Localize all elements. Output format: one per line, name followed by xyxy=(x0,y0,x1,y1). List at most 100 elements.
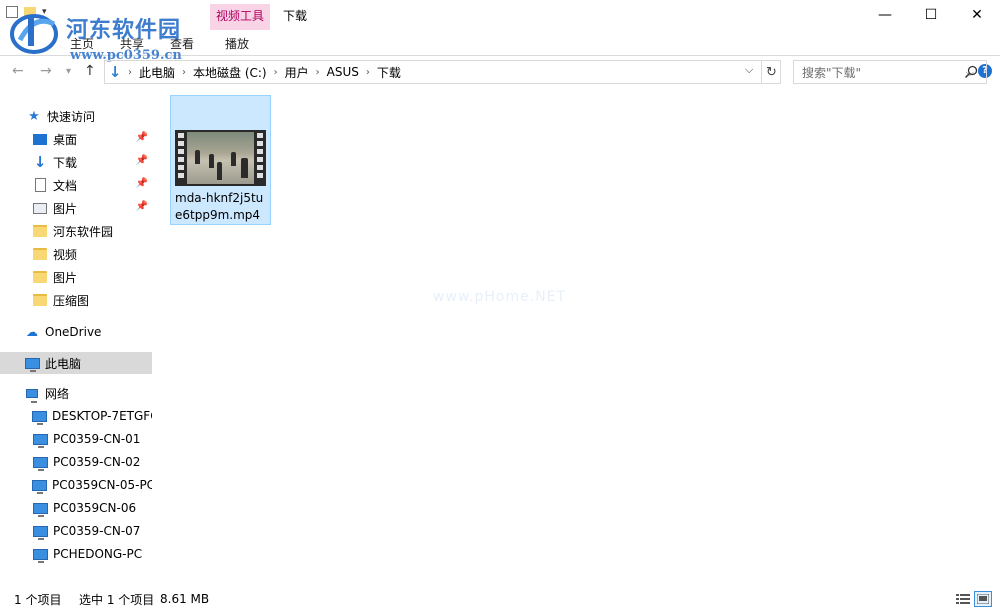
computer-icon xyxy=(32,431,48,448)
selected-count: 选中 1 个项目 xyxy=(79,592,155,607)
back-icon[interactable]: ← xyxy=(12,63,24,79)
file-name[interactable]: mda-hknf2j5tue6tpp9m.mp4 xyxy=(175,190,268,224)
nav-label: PCHEDONG-PC xyxy=(53,547,143,561)
desktop-icon xyxy=(32,131,48,147)
nav-label: PC0359CN-06 xyxy=(53,501,137,515)
chevron-right-icon[interactable]: › xyxy=(363,67,373,78)
chevron-right-icon[interactable]: › xyxy=(179,67,189,78)
thumbnail-figure xyxy=(209,154,214,168)
nav-item-compressed[interactable]: 压缩图 xyxy=(32,289,152,311)
computer-icon xyxy=(32,408,47,425)
nav-label: 下载 xyxy=(53,155,78,170)
chevron-right-icon[interactable]: › xyxy=(271,67,281,78)
thumbnail-figure xyxy=(217,162,222,180)
nav-network[interactable]: 网络 xyxy=(24,382,152,404)
breadcrumb-users[interactable]: 用户 xyxy=(281,64,313,81)
nav-network-pc[interactable]: PC0359-CN-07 xyxy=(32,520,152,542)
pin-icon[interactable]: 📌 xyxy=(136,201,148,212)
nav-label: 文档 xyxy=(53,178,78,193)
nav-item-downloads[interactable]: ↓ 下载 📌 xyxy=(32,151,152,173)
large-icons-view-icon[interactable] xyxy=(974,591,992,607)
forward-icon[interactable]: → xyxy=(40,63,52,79)
search-placeholder[interactable]: 搜索"下载" xyxy=(802,64,861,81)
computer-icon xyxy=(32,477,47,494)
nav-label: PC0359CN-05-PC xyxy=(52,478,152,492)
nav-item-desktop[interactable]: 桌面 📌 xyxy=(32,128,152,150)
nav-label: 此电脑 xyxy=(45,356,82,371)
file-item[interactable]: mda-hknf2j5tue6tpp9m.mp4 xyxy=(170,95,271,225)
close-button[interactable]: ✕ xyxy=(954,0,1000,30)
download-icon: ↓ xyxy=(33,153,47,171)
watermark-brand: 河东软件园 xyxy=(66,17,182,43)
nav-label: 河东软件园 xyxy=(53,224,114,239)
window-title: 下载 xyxy=(283,9,308,23)
minimize-button[interactable]: — xyxy=(862,0,908,30)
selected-size: 8.61 MB xyxy=(160,592,210,606)
download-location-icon: ↓ xyxy=(108,63,122,81)
address-row: ← → ▾ ↑ ↓ › 此电脑 › 本地磁盘 (C:) › 用户 › ASUS … xyxy=(0,57,1000,87)
film-strip-icon xyxy=(177,133,185,183)
pictures-icon xyxy=(32,200,48,216)
nav-label: 桌面 xyxy=(53,132,78,147)
network-icon xyxy=(24,385,40,403)
nav-label: PC0359-CN-07 xyxy=(53,524,141,538)
search-box[interactable]: 搜索"下载" xyxy=(793,60,987,84)
nav-label: 视频 xyxy=(53,247,78,262)
nav-network-pc[interactable]: PC0359-CN-02 xyxy=(32,451,152,473)
pin-icon[interactable]: 📌 xyxy=(136,178,148,189)
item-count: 1 个项目 xyxy=(14,592,62,607)
breadcrumb-asus[interactable]: ASUS xyxy=(323,65,363,79)
nav-network-pc[interactable]: PC0359-CN-01 xyxy=(32,428,152,450)
breadcrumb-downloads[interactable]: 下载 xyxy=(373,64,405,81)
computer-icon xyxy=(24,355,40,372)
view-switcher xyxy=(954,591,992,607)
computer-icon xyxy=(32,500,48,517)
search-icon[interactable] xyxy=(964,65,978,79)
nav-network-pc[interactable]: PC0359CN-05-PC xyxy=(32,474,152,496)
nav-item-pictures[interactable]: 图片 📌 xyxy=(32,197,152,219)
pin-icon[interactable]: 📌 xyxy=(136,132,148,143)
document-icon xyxy=(32,177,48,193)
nav-item-videos[interactable]: 视频 xyxy=(32,243,152,265)
tab-play[interactable]: 播放 xyxy=(225,35,249,52)
computer-icon xyxy=(32,546,48,563)
nav-network-pc[interactable]: DESKTOP-7ETGFC xyxy=(32,405,152,427)
nav-label: PC0359-CN-01 xyxy=(53,432,141,446)
address-dropdown-icon[interactable]: ⌵ xyxy=(745,63,753,77)
recent-locations-icon[interactable]: ▾ xyxy=(66,66,71,77)
folder-icon xyxy=(32,246,48,262)
refresh-icon[interactable]: ↻ xyxy=(761,60,781,84)
star-icon: ★ xyxy=(28,108,40,124)
nav-label: OneDrive xyxy=(45,325,102,339)
maximize-button[interactable]: ☐ xyxy=(908,0,954,30)
nav-onedrive[interactable]: ☁ OneDrive xyxy=(24,321,152,343)
nav-item-hedong[interactable]: 河东软件园 xyxy=(32,220,152,242)
chevron-right-icon[interactable]: › xyxy=(313,67,323,78)
computer-icon xyxy=(32,523,48,540)
nav-network-pc[interactable]: PC0359CN-06 xyxy=(32,497,152,519)
thumbnail-frame xyxy=(187,132,254,184)
cloud-icon: ☁ xyxy=(26,325,38,339)
watermark-logo-icon xyxy=(10,14,58,54)
navigation-pane: ★ 快速访问 桌面 📌 ↓ 下载 📌 文档 📌 图片 📌 河东软件园 视频 图片… xyxy=(0,100,155,587)
chevron-right-icon[interactable]: › xyxy=(125,67,135,78)
thumbnail-figure xyxy=(241,158,248,178)
nav-label: PC0359-CN-02 xyxy=(53,455,141,469)
pin-icon[interactable]: 📌 xyxy=(136,155,148,166)
thumbnail-figure xyxy=(195,150,200,164)
address-bar[interactable]: ↓ › 此电脑 › 本地磁盘 (C:) › 用户 › ASUS › 下载 xyxy=(104,60,781,84)
folder-icon xyxy=(32,292,48,308)
video-thumbnail xyxy=(175,130,266,186)
file-list[interactable]: mda-hknf2j5tue6tpp9m.mp4 www.pHome.NET xyxy=(155,87,1000,587)
folder-icon xyxy=(32,223,48,239)
up-icon[interactable]: ↑ xyxy=(84,63,96,79)
nav-label: 网络 xyxy=(45,386,70,401)
details-view-icon[interactable] xyxy=(954,591,972,607)
nav-network-pc[interactable]: PCHEDONG-PC xyxy=(32,543,152,565)
nav-item-documents[interactable]: 文档 📌 xyxy=(32,174,152,196)
nav-item-pictures-folder[interactable]: 图片 xyxy=(32,266,152,288)
nav-this-pc[interactable]: 此电脑 xyxy=(0,352,152,374)
breadcrumb-local-disk[interactable]: 本地磁盘 (C:) xyxy=(189,64,271,81)
breadcrumb-this-pc[interactable]: 此电脑 xyxy=(135,64,179,81)
nav-label: 压缩图 xyxy=(53,293,90,308)
